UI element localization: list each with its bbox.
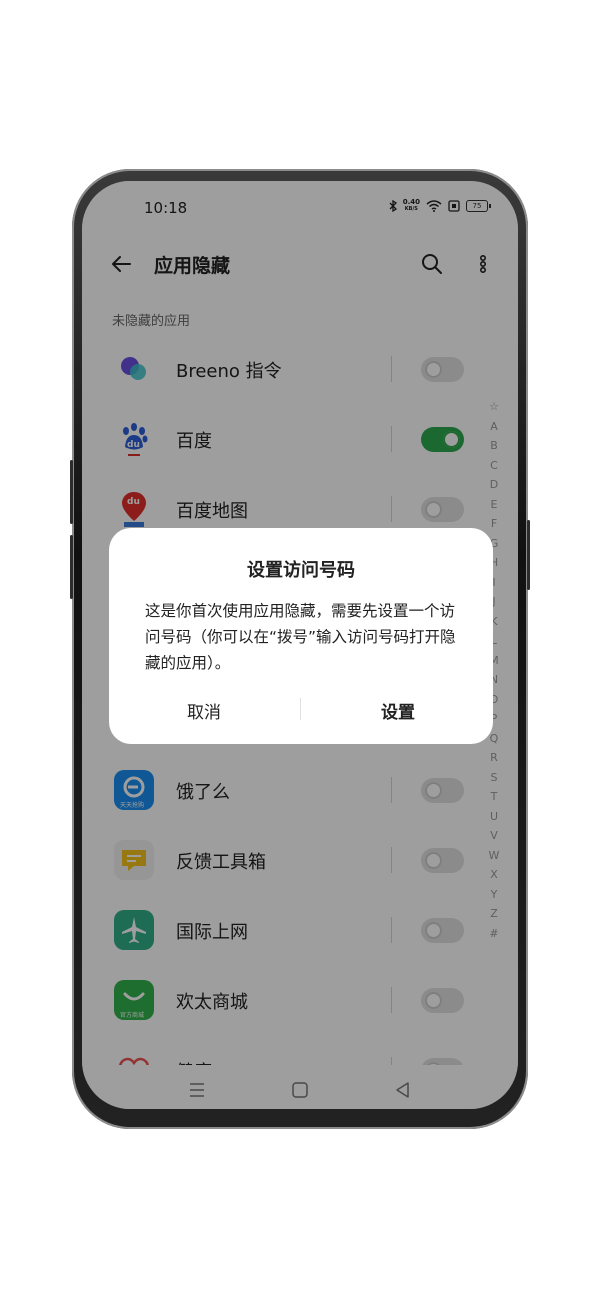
dialog-title: 设置访问号码 (247, 560, 355, 581)
set-button[interactable]: 设置 (343, 698, 453, 723)
power-button (527, 520, 530, 590)
access-number-dialog: 设置访问号码 这是你首次使用应用隐藏，需要先设置一个访问号码（你可以在“拨号”输… (109, 528, 493, 744)
volume-button (70, 460, 73, 524)
button-divider (300, 698, 301, 720)
dialog-message: 这是你首次使用应用隐藏，需要先设置一个访问号码（你可以在“拨号”输入访问号码打开… (145, 602, 456, 672)
cancel-button[interactable]: 取消 (149, 698, 259, 723)
volume-button (70, 535, 73, 599)
phone-screen: 10:18 0.40 KB/S 75 应用隐藏 未隐藏的应用 Breeno 指令… (82, 181, 518, 1109)
